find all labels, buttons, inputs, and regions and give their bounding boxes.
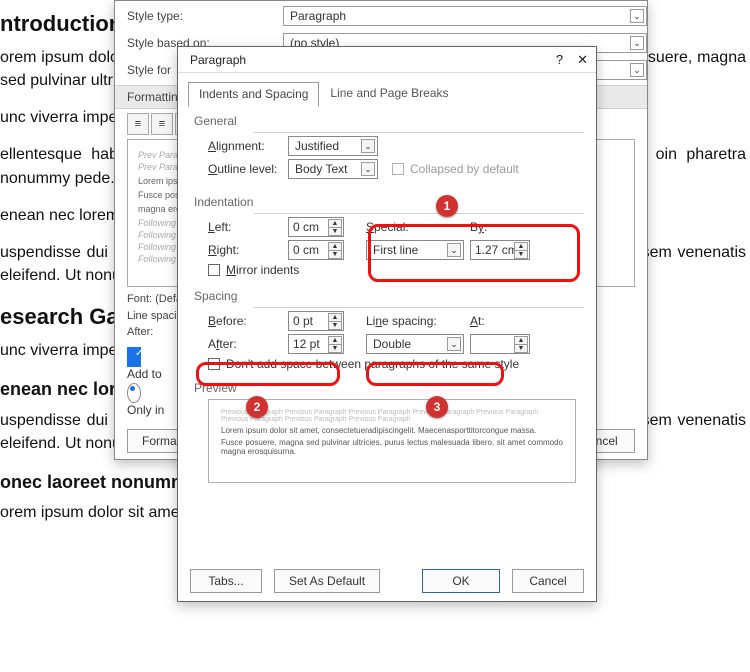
chevron-down-icon: ⌄ [361,139,375,153]
after-input[interactable]: 12 pt ▲▼ [288,334,344,354]
spin-up-icon: ▲ [328,219,342,227]
align-center-button[interactable]: ≡ [151,113,173,135]
indentation-group: Indentation [178,193,596,213]
style-type-select[interactable]: Paragraph ⌄ [283,6,647,26]
alignment-select[interactable]: Justified ⌄ [288,136,378,156]
special-select[interactable]: First line ⌄ [366,240,464,260]
chevron-down-icon: ⌄ [630,9,644,23]
set-default-button[interactable]: Set As Default [274,569,380,593]
callout-badge-3: 3 [426,396,448,418]
callout-badge-1: 1 [436,195,458,217]
at-input[interactable]: ▲▼ [470,334,530,354]
right-indent-label: Right: [208,243,288,257]
line-spacing-label: Line spacing: [366,314,470,328]
outline-label: Outline level: [208,162,288,176]
alignment-label: Alignment: [208,139,288,153]
special-label: Special: [366,220,470,234]
dialog-title: Paragraph [190,53,246,67]
callout-badge-2: 2 [246,396,268,418]
spin-down-icon: ▼ [328,227,342,236]
at-label: At: [470,314,516,328]
align-left-button[interactable]: ≡ [127,113,149,135]
before-label: Before: [208,314,288,328]
tab-line-page-breaks[interactable]: Line and Page Breaks [319,81,459,106]
preview-group: Preview [178,379,596,399]
help-button[interactable]: ? [556,52,563,68]
only-in-radio[interactable] [127,383,141,403]
add-to-label: Add to [127,367,162,381]
chevron-down-icon: ⌄ [447,337,461,351]
ok-button[interactable]: OK [422,569,500,593]
chevron-down-icon: ⌄ [361,162,375,176]
general-group: General [178,112,596,132]
chevron-down-icon: ⌄ [630,36,644,50]
add-to-gallery-checkbox[interactable] [127,347,141,367]
chevron-down-icon: ⌄ [447,243,461,257]
chevron-down-icon: ⌄ [630,63,644,77]
outline-select[interactable]: Body Text ⌄ [288,159,378,179]
spacing-group: Spacing [178,287,596,307]
by-label: By: [470,220,516,234]
tabs-button[interactable]: Tabs... [190,569,262,593]
close-button[interactable]: ✕ [577,52,588,68]
left-indent-label: Left: [208,220,288,234]
only-in-label: Only in [127,403,164,417]
before-input[interactable]: 0 pt ▲▼ [288,311,344,331]
collapsed-checkbox [392,163,404,175]
dont-add-space-label: Don't add space between paragraphs of th… [226,357,519,371]
mirror-indents-checkbox[interactable] [208,264,220,276]
right-indent-input[interactable]: 0 cm ▲▼ [288,240,344,260]
mirror-indents-label: Mirror indents [226,263,299,277]
dont-add-space-checkbox[interactable] [208,358,220,370]
style-type-label: Style type: [127,9,283,23]
tab-indents-spacing[interactable]: Indents and Spacing [188,82,319,107]
by-input[interactable]: 1.27 cm ▲▼ [470,240,530,260]
style-type-value: Paragraph [290,9,346,23]
collapsed-label: Collapsed by default [410,162,519,176]
line-spacing-select[interactable]: Double ⌄ [366,334,464,354]
after-label: After: [208,337,288,351]
paragraph-dialog: Paragraph ? ✕ Indents and Spacing Line a… [177,46,597,602]
left-indent-input[interactable]: 0 cm ▲▼ [288,217,344,237]
cancel-button[interactable]: Cancel [512,569,584,593]
